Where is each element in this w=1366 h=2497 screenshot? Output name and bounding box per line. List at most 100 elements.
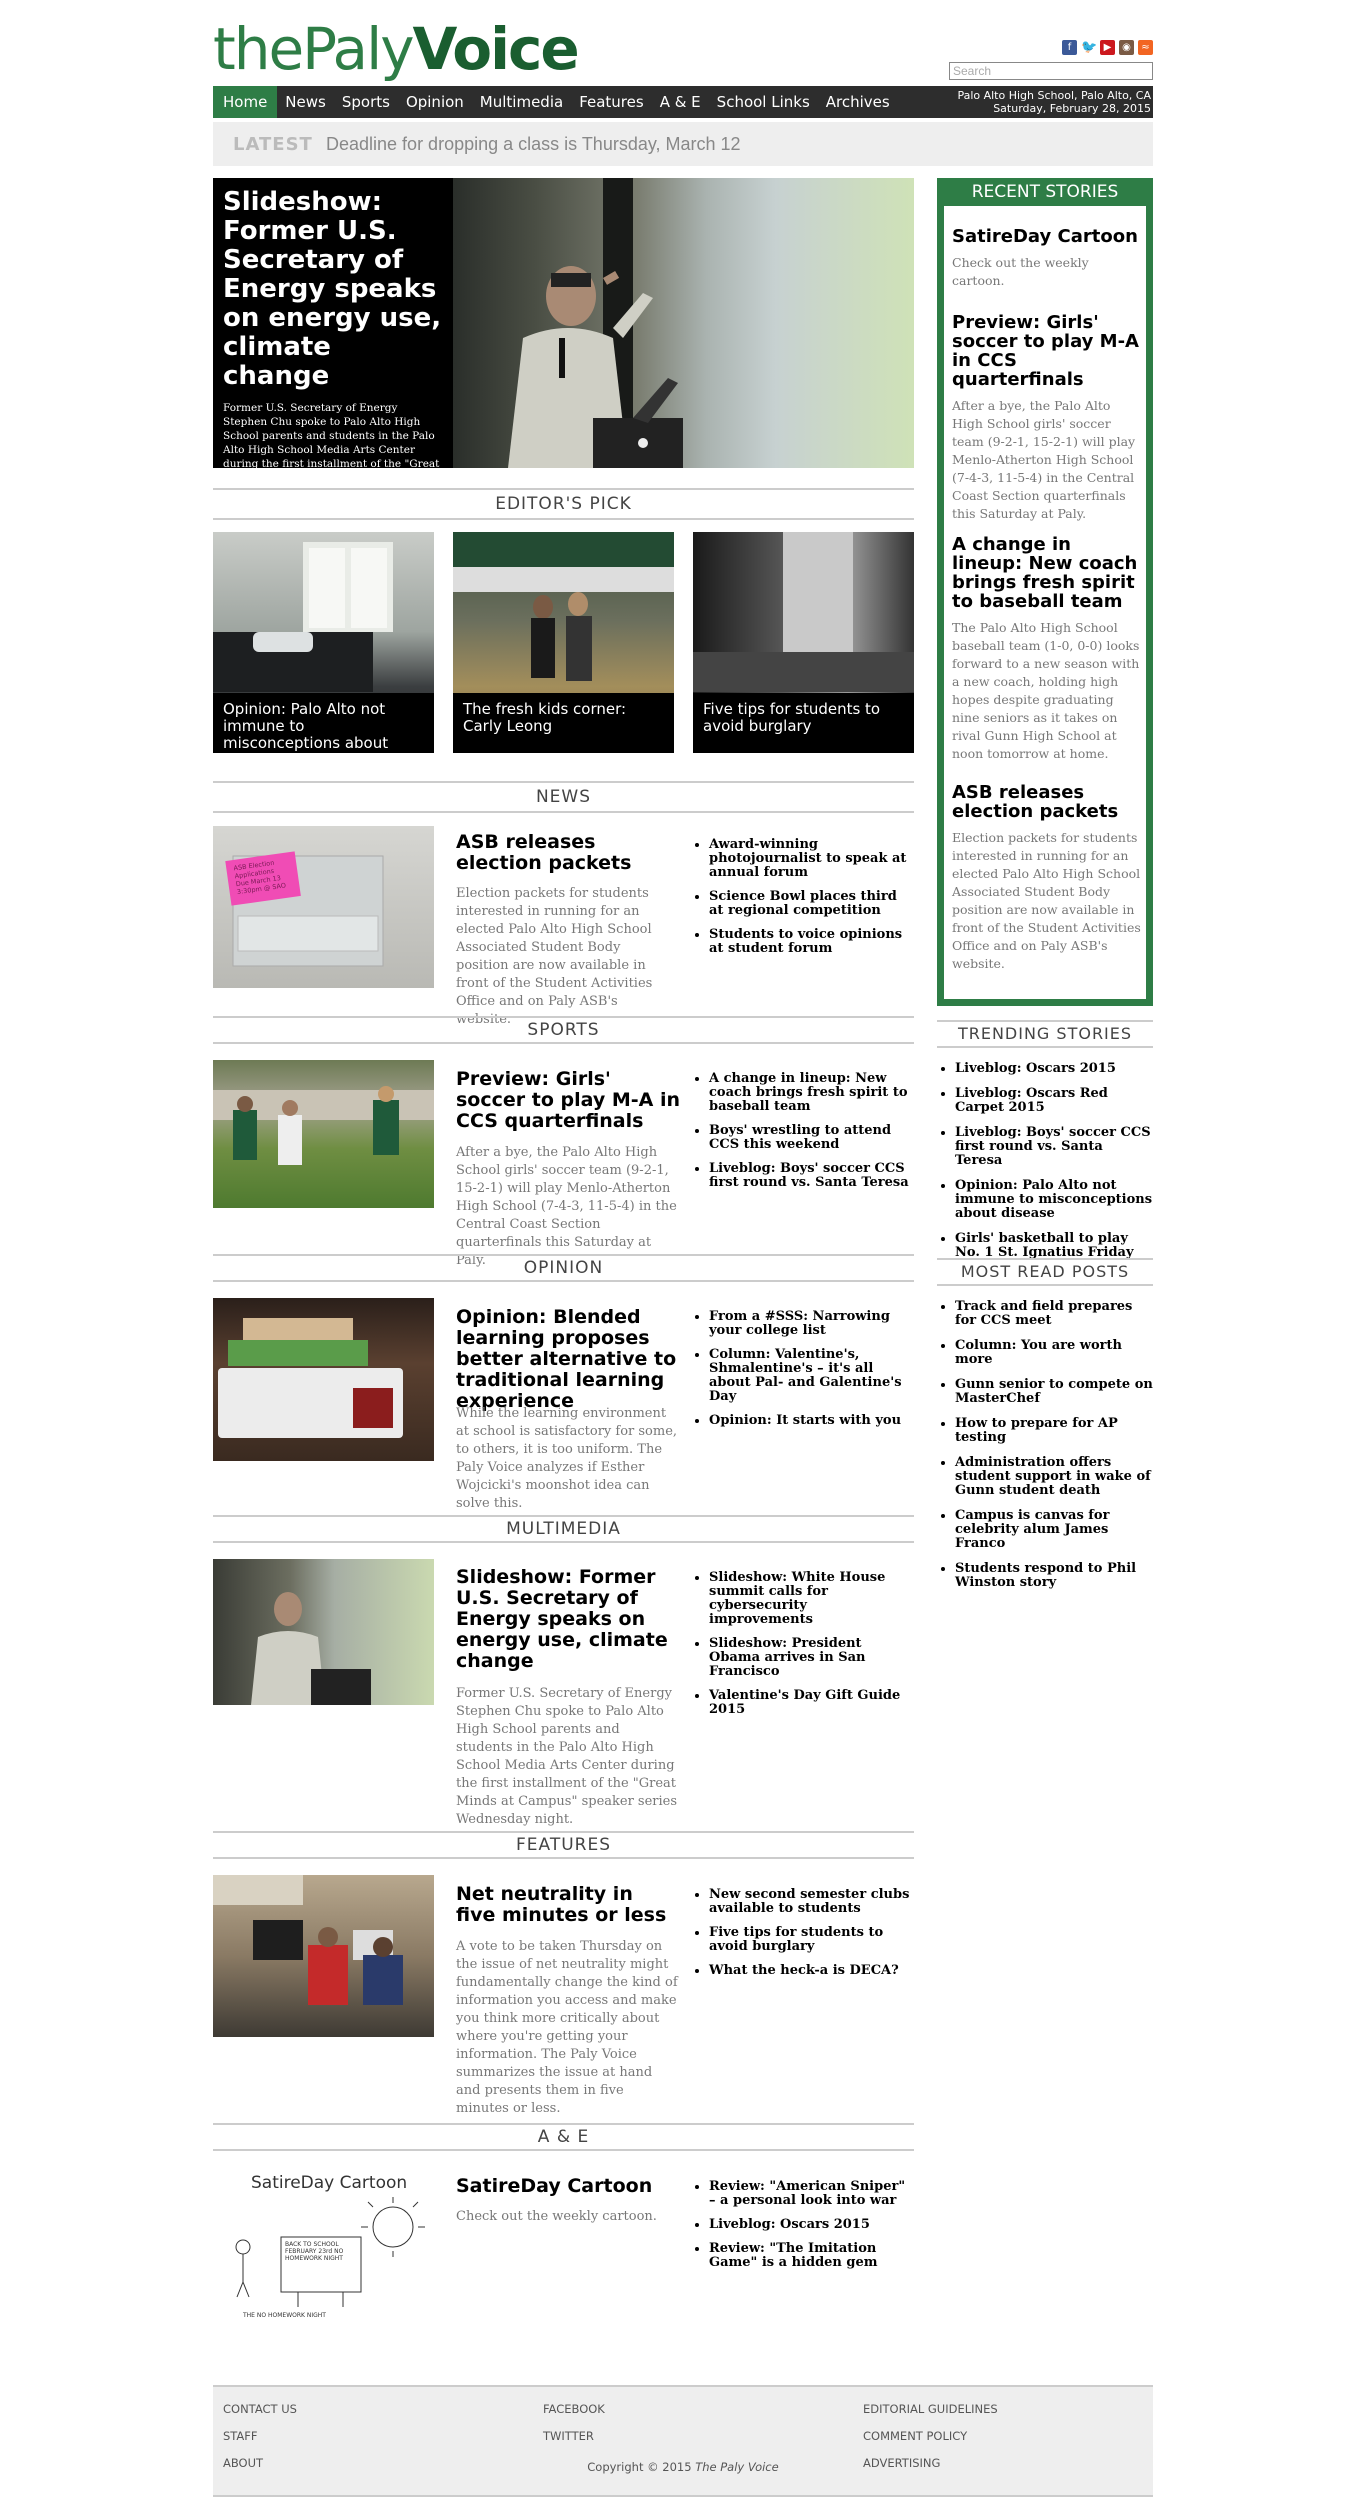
recent-story-desc: Election packets for students interested… <box>952 830 1141 971</box>
nav-item-multimedia[interactable]: Multimedia <box>472 86 571 118</box>
nav-item-sports[interactable]: Sports <box>334 86 398 118</box>
editors-pick-card[interactable]: Five tips for students to avoid burglary <box>693 532 914 753</box>
copyright: Copyright © 2015 The Paly Voice <box>0 2460 1366 2474</box>
footer-link-comments[interactable]: COMMENT POLICY <box>863 2430 998 2443</box>
facebook-icon[interactable]: f <box>1062 40 1077 55</box>
twitter-icon[interactable]: 🐦 <box>1081 40 1097 55</box>
most-read-item[interactable]: Gunn senior to compete on MasterChef <box>955 1378 1153 1406</box>
footer-link-twitter[interactable]: TWITTER <box>543 2430 605 2443</box>
site-logo[interactable]: thePalyVoice <box>213 14 580 84</box>
editors-pick-caption[interactable]: Five tips for students to avoid burglary <box>693 693 914 753</box>
most-read-item[interactable]: Column: You are worth more <box>955 1339 1153 1367</box>
related-link[interactable]: Opinion: It starts with you <box>709 1414 914 1428</box>
story-title[interactable]: Net neutrality in five minutes or less <box>456 1884 676 1926</box>
most-read-item[interactable]: Students respond to Phil Winston story <box>955 1562 1153 1590</box>
nav-item-opinion[interactable]: Opinion <box>398 86 472 118</box>
related-links: Award-winning photojournalist to speak a… <box>691 838 914 966</box>
story-thumbnail[interactable] <box>213 1875 434 2037</box>
featured-story-desc: Former U.S. Secretary of Energy Stephen … <box>223 402 440 468</box>
date-text: Saturday, February 28, 2015 <box>993 102 1151 115</box>
footer-link-contact[interactable]: CONTACT US <box>223 2403 297 2416</box>
nav-item-school-links[interactable]: School Links <box>709 86 818 118</box>
related-link[interactable]: Liveblog: Oscars 2015 <box>709 2218 914 2232</box>
trending-item[interactable]: Liveblog: Oscars Red Carpet 2015 <box>955 1087 1153 1115</box>
social-icons: f 🐦 ▶ ◉ ≈ <box>1062 40 1153 55</box>
story-title[interactable]: Slideshow: Former U.S. Secretary of Ener… <box>456 1567 681 1672</box>
most-read-item[interactable]: Track and field prepares for CCS meet <box>955 1300 1153 1328</box>
most-read-item[interactable]: Campus is canvas for celebrity alum Jame… <box>955 1509 1153 1551</box>
story-thumbnail[interactable]: SatireDay Cartoon BACK TO SCHOOL FEBRUAR… <box>213 2167 434 2329</box>
recent-story-title[interactable]: ASB releases election packets <box>952 783 1142 821</box>
related-links: Slideshow: White House summit calls for … <box>691 1571 914 1727</box>
related-link[interactable]: Five tips for students to avoid burglary <box>709 1926 914 1954</box>
logo-text-voice: Voice <box>412 15 580 83</box>
footer-link-staff[interactable]: STAFF <box>223 2430 297 2443</box>
related-link[interactable]: Review: "American Sniper" – a personal l… <box>709 2180 914 2208</box>
recent-story-desc: After a bye, the Palo Alto High School g… <box>952 398 1136 521</box>
editors-pick-heading: EDITOR'S PICK <box>213 488 914 520</box>
related-link[interactable]: Slideshow: White House summit calls for … <box>709 1571 914 1627</box>
featured-story-image[interactable] <box>453 178 914 468</box>
related-link[interactable]: Column: Valentine's, Shmalentine's – it'… <box>709 1348 914 1404</box>
story-title[interactable]: Opinion: Blended learning proposes bette… <box>456 1307 681 1412</box>
latest-headline[interactable]: Deadline for dropping a class is Thursda… <box>326 134 741 155</box>
footer-column: FACEBOOK TWITTER <box>543 2403 605 2457</box>
latest-ticker: LATEST Deadline for dropping a class is … <box>213 122 1153 166</box>
story-thumbnail[interactable] <box>213 1298 434 1461</box>
related-link[interactable]: What the heck-a is DECA? <box>709 1964 914 1978</box>
featured-story-text: Slideshow: Former U.S. Secretary of Ener… <box>213 178 453 468</box>
recent-story: ASB releases election packets Election p… <box>952 783 1142 973</box>
story-thumbnail[interactable] <box>213 1060 434 1208</box>
trending-item[interactable]: Girls' basketball to play No. 1 St. Igna… <box>955 1232 1153 1260</box>
editors-pick-card[interactable]: The fresh kids corner: Carly Leong <box>453 532 674 753</box>
cartoon-sign-text: BACK TO SCHOOL FEBRUARY 23rd NO HOMEWORK… <box>285 2241 344 2262</box>
story-title[interactable]: Preview: Girls' soccer to play M-A in CC… <box>456 1069 681 1132</box>
youtube-icon[interactable]: ▶ <box>1100 40 1115 55</box>
search-input[interactable]: Search <box>949 62 1153 80</box>
location-date: Palo Alto High School, Palo Alto, CA Sat… <box>957 89 1151 115</box>
related-link[interactable]: Students to voice opinions at student fo… <box>709 928 914 956</box>
related-link[interactable]: From a #SSS: Narrowing your college list <box>709 1310 914 1338</box>
most-read-item[interactable]: How to prepare for AP testing <box>955 1417 1153 1445</box>
story-thumbnail[interactable] <box>213 1559 434 1705</box>
related-link[interactable]: Slideshow: President Obama arrives in Sa… <box>709 1637 914 1679</box>
featured-story-title[interactable]: Slideshow: Former U.S. Secretary of Ener… <box>223 188 443 391</box>
nav-item-features[interactable]: Features <box>571 86 652 118</box>
footer-link-editorial[interactable]: EDITORIAL GUIDELINES <box>863 2403 998 2416</box>
story-thumbnail[interactable]: ASB Election Applications Due March 13 3… <box>213 826 434 988</box>
trending-item[interactable]: Opinion: Palo Alto not immune to misconc… <box>955 1179 1153 1221</box>
instagram-icon[interactable]: ◉ <box>1119 40 1134 55</box>
editors-pick-caption[interactable]: Opinion: Palo Alto not immune to misconc… <box>213 693 434 753</box>
nav-item-home[interactable]: Home <box>213 86 278 118</box>
related-link[interactable]: A change in lineup: New coach brings fre… <box>709 1072 914 1114</box>
related-link[interactable]: New second semester clubs available to s… <box>709 1888 914 1916</box>
related-link[interactable]: Valentine's Day Gift Guide 2015 <box>709 1689 914 1717</box>
recent-story-title[interactable]: SatireDay Cartoon <box>952 227 1142 246</box>
editors-pick-card[interactable]: Opinion: Palo Alto not immune to misconc… <box>213 532 434 753</box>
featured-story[interactable]: Slideshow: Former U.S. Secretary of Ener… <box>213 178 914 468</box>
related-links: A change in lineup: New coach brings fre… <box>691 1072 914 1200</box>
recent-story-title[interactable]: Preview: Girls' soccer to play M-A in CC… <box>952 313 1142 389</box>
latest-label: LATEST <box>233 134 313 155</box>
trending-item[interactable]: Liveblog: Boys' soccer CCS first round v… <box>955 1126 1153 1168</box>
recent-story-title[interactable]: A change in lineup: New coach brings fre… <box>952 535 1142 611</box>
nav-item-ae[interactable]: A & E <box>652 86 709 118</box>
recent-stories-box: RECENT STORIES SatireDay Cartoon Check o… <box>937 178 1153 1006</box>
related-link[interactable]: Science Bowl places third at regional co… <box>709 890 914 918</box>
related-link[interactable]: Award-winning photojournalist to speak a… <box>709 838 914 880</box>
editors-pick-caption[interactable]: The fresh kids corner: Carly Leong <box>453 693 674 753</box>
most-read-item[interactable]: Administration offers student support in… <box>955 1456 1153 1498</box>
copyright-name: The Paly Voice <box>695 2460 779 2474</box>
related-link[interactable]: Review: "The Imitation Game" is a hidden… <box>709 2242 914 2270</box>
nav-item-news[interactable]: News <box>277 86 334 118</box>
trending-item[interactable]: Liveblog: Oscars 2015 <box>955 1062 1153 1076</box>
nav-item-archives[interactable]: Archives <box>818 86 898 118</box>
related-links: From a #SSS: Narrowing your college list… <box>691 1310 914 1438</box>
story-title[interactable]: SatireDay Cartoon <box>456 2176 676 2197</box>
related-link[interactable]: Boys' wrestling to attend CCS this weeke… <box>709 1124 914 1152</box>
rss-icon[interactable]: ≈ <box>1138 40 1153 55</box>
story-title[interactable]: ASB releases election packets <box>456 832 666 874</box>
recent-story-desc: Check out the weekly cartoon. <box>952 255 1089 288</box>
footer-link-facebook[interactable]: FACEBOOK <box>543 2403 605 2416</box>
related-link[interactable]: Liveblog: Boys' soccer CCS first round v… <box>709 1162 914 1190</box>
